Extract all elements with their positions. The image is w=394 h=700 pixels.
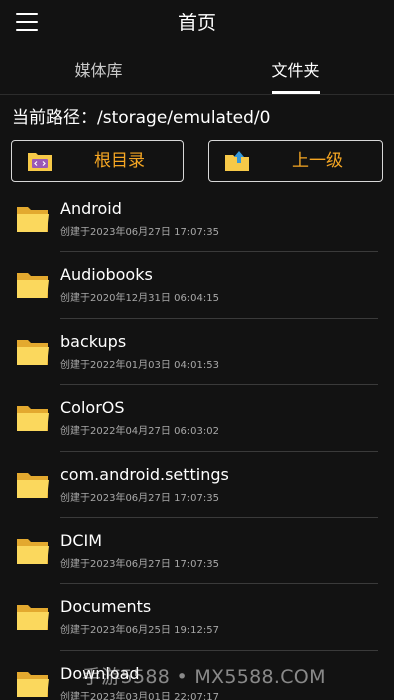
tab-folders[interactable]: 文件夹 [197, 48, 394, 94]
folder-icon [17, 605, 49, 631]
folder-created-date: 创建于2023年06月27日 17:07:35 [60, 227, 219, 238]
tab-bar: 媒体库 文件夹 [0, 48, 394, 95]
folder-row[interactable]: Android 创建于2023年06月27日 17:07:35 [0, 186, 394, 253]
folder-name: com.android.settings [60, 464, 229, 484]
folder-created-date: 创建于2020年12月31日 06:04:15 [60, 293, 219, 305]
folder-icon [17, 207, 49, 232]
folder-icon [17, 472, 49, 498]
folder-row[interactable]: ColorOS 创建于2022年04月27日 06:03:02 [0, 385, 394, 452]
folder-icon [17, 339, 49, 365]
folder-icon [17, 671, 49, 697]
current-path-label: 当前路径：/storage/emulated/0 [12, 108, 271, 128]
folder-row[interactable]: Audiobooks 创建于2020年12月31日 06:04:15 [0, 252, 394, 319]
parent-directory-button[interactable]: 上一级 [208, 140, 383, 182]
root-folder-icon [28, 153, 52, 171]
folder-up-icon [225, 151, 249, 171]
app-screen: 首页 媒体库 文件夹 当前路径：/storage/emulated/0 根目录 … [0, 0, 394, 700]
folder-row[interactable]: com.android.settings 创建于2023年06月27日 17:0… [0, 452, 394, 518]
parent-directory-label: 上一级 [292, 151, 343, 171]
folder-row[interactable]: Documents 创建于2023年06月25日 19:12:57 [0, 584, 394, 651]
folder-created-date: 创建于2023年06月27日 17:07:35 [60, 492, 219, 504]
folder-icon [17, 538, 49, 564]
folder-icon [17, 406, 49, 432]
active-tab-indicator [272, 91, 320, 94]
folder-name: ColorOS [60, 398, 125, 418]
folder-name: DCIM [60, 530, 103, 550]
watermark-text: 手游5588 • MX5588.COM [82, 666, 326, 688]
root-directory-label: 根目录 [94, 151, 145, 171]
root-directory-button[interactable]: 根目录 [11, 140, 184, 182]
folder-created-date: 创建于2022年01月03日 04:01:53 [60, 359, 219, 371]
tab-media-library[interactable]: 媒体库 [0, 48, 197, 94]
folder-name: Documents [60, 597, 152, 617]
folder-created-date: 创建于2022年04月27日 06:03:02 [60, 426, 219, 438]
top-app-bar: 首页 [0, 0, 394, 46]
page-title: 首页 [177, 12, 216, 34]
folder-name: Android [60, 199, 122, 218]
folder-list: Android 创建于2023年06月27日 17:07:35 Audioboo… [0, 186, 394, 700]
folder-created-date: 创建于2023年03月01日 22:07:17 [60, 691, 219, 700]
folder-row[interactable]: DCIM 创建于2023年06月27日 17:07:35 [0, 518, 394, 585]
folder-row[interactable]: backups 创建于2022年01月03日 04:01:53 [0, 319, 394, 386]
folder-created-date: 创建于2023年06月25日 19:12:57 [60, 625, 219, 637]
folder-created-date: 创建于2023年06月27日 17:07:35 [60, 558, 219, 570]
folder-name: Audiobooks [60, 265, 153, 285]
folder-icon [17, 273, 49, 299]
folder-name: backups [60, 331, 127, 351]
